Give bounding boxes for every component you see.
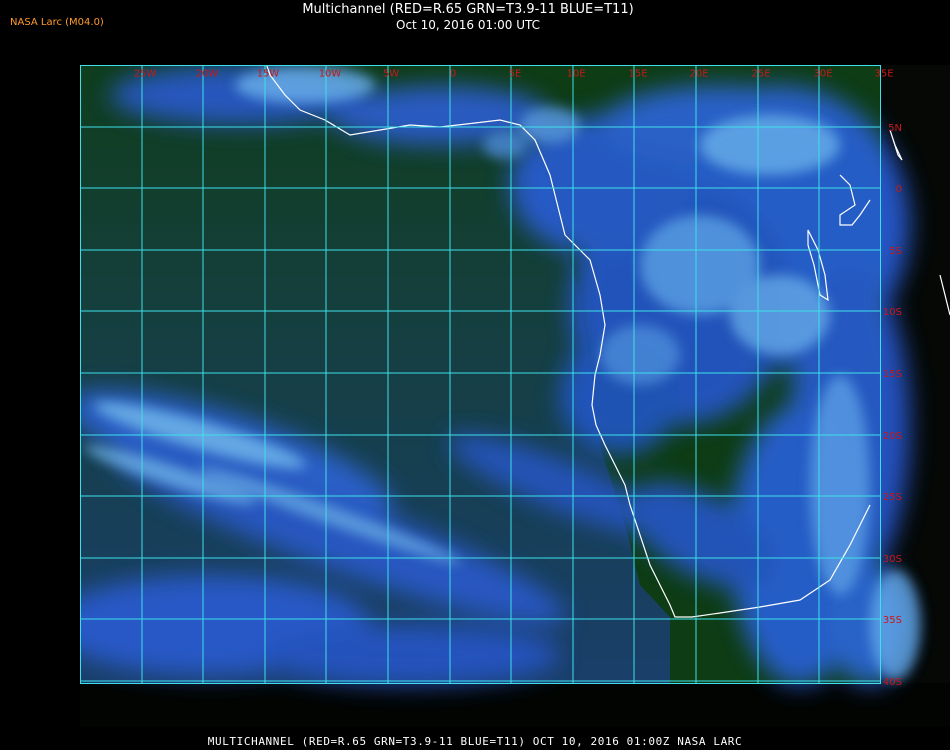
lat-label-15S: 15S bbox=[883, 369, 902, 380]
lat-label-0: 0 bbox=[896, 184, 902, 195]
lat-label-30S: 30S bbox=[883, 554, 902, 565]
lat-label-5S: 5S bbox=[889, 246, 902, 257]
lat-label-25S: 25S bbox=[883, 492, 902, 503]
lon-label-20W: 20W bbox=[196, 68, 219, 79]
lon-label-15E: 15E bbox=[628, 68, 647, 79]
lon-label-25E: 25E bbox=[751, 68, 770, 79]
image-timestamp: Oct 10, 2016 01:00 UTC bbox=[396, 18, 540, 32]
lon-label-5E: 5E bbox=[509, 68, 522, 79]
lon-label-0: 0 bbox=[450, 68, 456, 79]
lat-label-35S: 35S bbox=[883, 615, 902, 626]
lat-label-10S: 10S bbox=[883, 307, 902, 318]
lon-label-15W: 15W bbox=[257, 68, 280, 79]
lat-label-40S: 40S bbox=[883, 677, 902, 688]
lower-black-band bbox=[80, 683, 950, 727]
lat-label-5N: 5N bbox=[888, 123, 902, 134]
satellite-map: 25W 20W 15W 10W 5W 0 5E 10E 15E 20E 25E 30E 35E 5N 0 5S… bbox=[80, 65, 950, 727]
footer-caption: MULTICHANNEL (RED=R.65 GRN=T3.9-11 BLUE=… bbox=[207, 735, 743, 748]
satellite-map-frame: 25W 20W 15W 10W 5W 0 5E 10E 15E 20E 25E 30E 35E 5N 0 5S… bbox=[80, 65, 950, 727]
lon-label-35E: 35E bbox=[874, 68, 893, 79]
lon-label-25W: 25W bbox=[134, 68, 157, 79]
lon-label-5W: 5W bbox=[383, 68, 399, 79]
lon-label-30E: 30E bbox=[813, 68, 832, 79]
lon-label-20E: 20E bbox=[689, 68, 708, 79]
lat-label-20S: 20S bbox=[883, 431, 902, 442]
lon-label-10W: 10W bbox=[319, 68, 342, 79]
lon-label-10E: 10E bbox=[566, 68, 585, 79]
image-title: Multichannel (RED=R.65 GRN=T3.9-11 BLUE=… bbox=[302, 2, 634, 17]
